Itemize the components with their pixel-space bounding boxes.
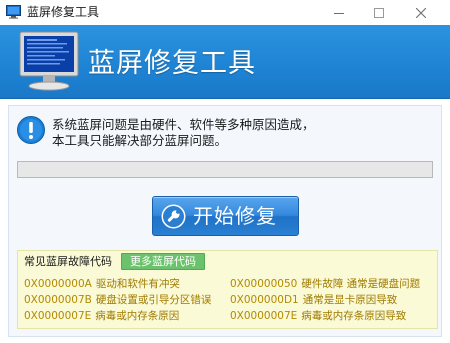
error-code: 0X0000000A <box>24 278 92 290</box>
error-code-description: 通常是显卡原因导致 <box>302 294 398 306</box>
header-banner: 蓝屏修复工具 <box>0 25 450 99</box>
repair-progress-bar <box>17 161 433 178</box>
wrench-icon <box>161 204 186 229</box>
start-repair-button[interactable]: 开始修复 <box>152 196 299 236</box>
error-code-item: 0X000000D1 通常是显卡原因导致 <box>230 294 397 307</box>
error-code: 0X0000007B <box>24 294 92 306</box>
error-code-description: 驱动和软件有冲突 <box>95 278 180 290</box>
maximize-button[interactable] <box>362 0 396 25</box>
start-repair-label: 开始修复 <box>193 204 277 228</box>
info-text-line-2: 本工具只能解决部分蓝屏问题。 <box>52 133 228 148</box>
bluescreen-monitor-icon <box>19 31 79 91</box>
app-window: 蓝屏修复工具 蓝屏修复工具 系统蓝屏问题是由硬件、软件等多种原因造成， 本工具只… <box>0 0 450 343</box>
error-code: 0X000000D1 <box>230 294 299 306</box>
title-bar[interactable]: 蓝屏修复工具 <box>0 0 450 26</box>
window-title: 蓝屏修复工具 <box>27 5 100 19</box>
error-code-description: 硬件故障 通常是硬盘问题 <box>301 278 421 290</box>
error-code-item: 0X0000007B 硬盘设置或引导分区错误 <box>24 294 211 307</box>
minimize-button[interactable] <box>322 0 356 25</box>
error-code-description: 病毒或内存条原因 <box>95 310 180 322</box>
error-code-item: 0X00000050 硬件故障 通常是硬盘问题 <box>230 278 420 291</box>
more-codes-button[interactable]: 更多蓝屏代码 <box>121 253 205 270</box>
maximize-icon <box>374 7 384 18</box>
close-button[interactable] <box>404 0 438 25</box>
error-code: 0X0000007E <box>230 310 298 322</box>
error-code-description: 硬盘设置或引导分区错误 <box>95 294 212 306</box>
error-code-description: 病毒或内存条原因导致 <box>301 310 407 322</box>
error-codes-title: 常见蓝屏故障代码 <box>24 255 112 268</box>
info-icon <box>17 116 45 144</box>
error-code-item: 0X0000007E 病毒或内存条原因 <box>24 310 179 323</box>
close-icon <box>416 7 426 18</box>
error-code: 0X0000007E <box>24 310 92 322</box>
minimize-icon <box>334 12 344 14</box>
info-text-line-1: 系统蓝屏问题是由硬件、软件等多种原因造成， <box>52 117 315 132</box>
banner-title: 蓝屏修复工具 <box>88 48 256 79</box>
monitor-icon <box>6 5 21 19</box>
error-code-item: 0X0000007E 病毒或内存条原因导致 <box>230 310 406 323</box>
error-code: 0X00000050 <box>230 278 298 290</box>
error-code-item: 0X0000000A 驱动和软件有冲突 <box>24 278 180 291</box>
